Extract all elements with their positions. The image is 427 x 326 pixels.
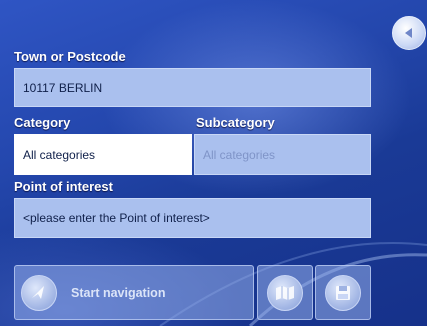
map-icon <box>267 274 303 311</box>
town-label: Town or Postcode <box>14 49 126 64</box>
poi-label: Point of interest <box>14 179 113 194</box>
town-field[interactable]: 10117 BERLIN <box>14 68 371 107</box>
category-field[interactable]: All categories <box>14 134 192 175</box>
subcategory-label: Subcategory <box>196 115 275 130</box>
category-label: Category <box>14 115 71 130</box>
start-navigation-label: Start navigation <box>71 285 166 300</box>
back-button[interactable] <box>392 16 426 50</box>
navigation-arrow-icon <box>21 274 57 311</box>
start-navigation-button[interactable]: Start navigation <box>14 265 254 320</box>
floppy-disk-icon <box>325 274 361 311</box>
poi-field[interactable]: <please enter the Point of interest> <box>14 198 371 238</box>
subcategory-field[interactable]: All categories <box>194 134 371 175</box>
back-arrow-icon <box>405 28 412 38</box>
map-button[interactable] <box>257 265 313 320</box>
save-button[interactable] <box>315 265 371 320</box>
